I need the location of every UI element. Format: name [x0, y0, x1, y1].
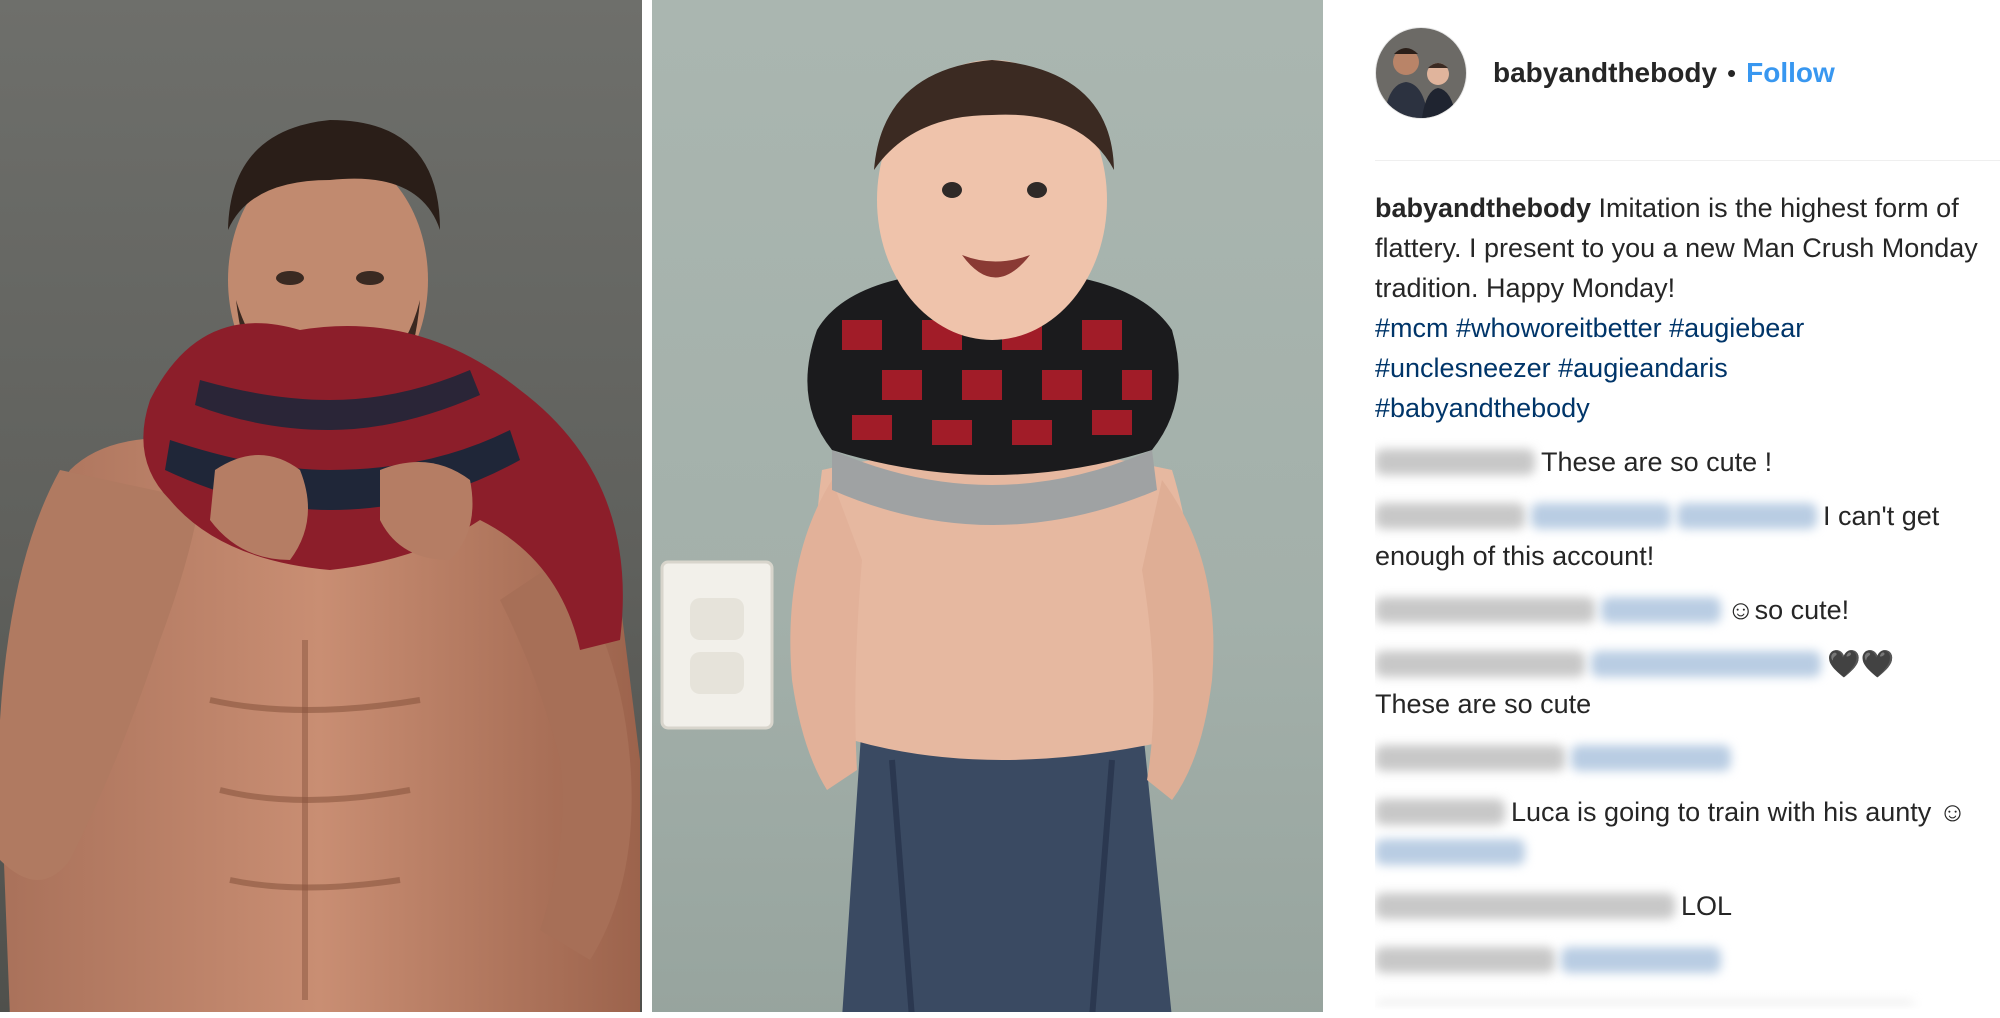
comment-item: I can't get enough of this account!	[1375, 496, 1988, 576]
hashtag-link[interactable]: #augieandaris	[1558, 353, 1728, 383]
post-caption: babyandthebody Imitation is the highest …	[1375, 188, 1988, 428]
photo-divider	[642, 0, 652, 1018]
blurred-username	[1375, 745, 1565, 771]
hashtag-link[interactable]: #mcm	[1375, 313, 1449, 343]
grinning-face-icon: ☺	[1938, 797, 1967, 827]
post-header: babyandthebody • Follow	[1375, 27, 2000, 119]
comment-item: Luca is going to train with his aunty ☺	[1375, 792, 1988, 872]
header-divider	[1375, 160, 2000, 161]
post-username[interactable]: babyandthebody	[1493, 57, 1717, 89]
blurred-username	[1375, 449, 1535, 475]
hashtag-link[interactable]: #unclesneezer	[1375, 353, 1551, 383]
black-heart-icon: 🖤🖤	[1827, 649, 1895, 679]
comment-text: Luca is going to train with his aunty	[1511, 797, 1932, 827]
blurred-mention	[1531, 503, 1671, 529]
photo-right-baby	[652, 0, 1323, 1018]
blurred-mention	[1561, 947, 1721, 973]
blurred-username	[1375, 597, 1595, 623]
blurred-username	[1375, 651, 1585, 677]
follow-button[interactable]: Follow	[1746, 57, 1835, 89]
comment-text: These are so cute !	[1541, 447, 1773, 477]
comment-text: These are so cute	[1375, 689, 1592, 719]
hashtag-link[interactable]: #whoworeitbetter	[1456, 313, 1662, 343]
blurred-username	[1375, 799, 1505, 825]
blurred-username	[1375, 947, 1555, 973]
blurred-mention	[1677, 503, 1817, 529]
smiling-face-icon: ☺	[1727, 595, 1755, 625]
comment-item	[1375, 738, 1988, 778]
avatar-photo-icon	[1376, 28, 1466, 118]
avatar[interactable]	[1375, 27, 1467, 119]
feed-fade	[1323, 978, 2000, 1018]
post-image[interactable]	[0, 0, 1323, 1018]
blurred-username	[1375, 893, 1675, 919]
comment-item: 🖤🖤 These are so cute	[1375, 644, 1988, 724]
comments-feed: babyandthebody Imitation is the highest …	[1375, 188, 1988, 1018]
hashtag-link[interactable]: #augiebear	[1669, 313, 1804, 343]
comment-item: These are so cute !	[1375, 442, 1988, 482]
comment-item: ☺so cute!	[1375, 590, 1988, 630]
blurred-mention	[1601, 597, 1721, 623]
blurred-mention	[1591, 651, 1821, 677]
comment-item: LOL	[1375, 886, 1988, 926]
hashtag-link[interactable]: #babyandthebody	[1375, 393, 1590, 423]
blurred-username	[1375, 503, 1525, 529]
caption-username[interactable]: babyandthebody	[1375, 193, 1591, 223]
comment-text: LOL	[1681, 891, 1733, 921]
comment-text: so cute!	[1754, 595, 1850, 625]
header-separator: •	[1727, 57, 1737, 88]
photo-left-man	[0, 0, 642, 1018]
blurred-mention	[1571, 745, 1731, 771]
blurred-mention	[1375, 839, 1525, 865]
comment-item	[1375, 940, 1988, 980]
post-sidebar: babyandthebody • Follow babyandthebody I…	[1323, 0, 2000, 1018]
photo-bottom-border	[0, 1012, 1323, 1018]
